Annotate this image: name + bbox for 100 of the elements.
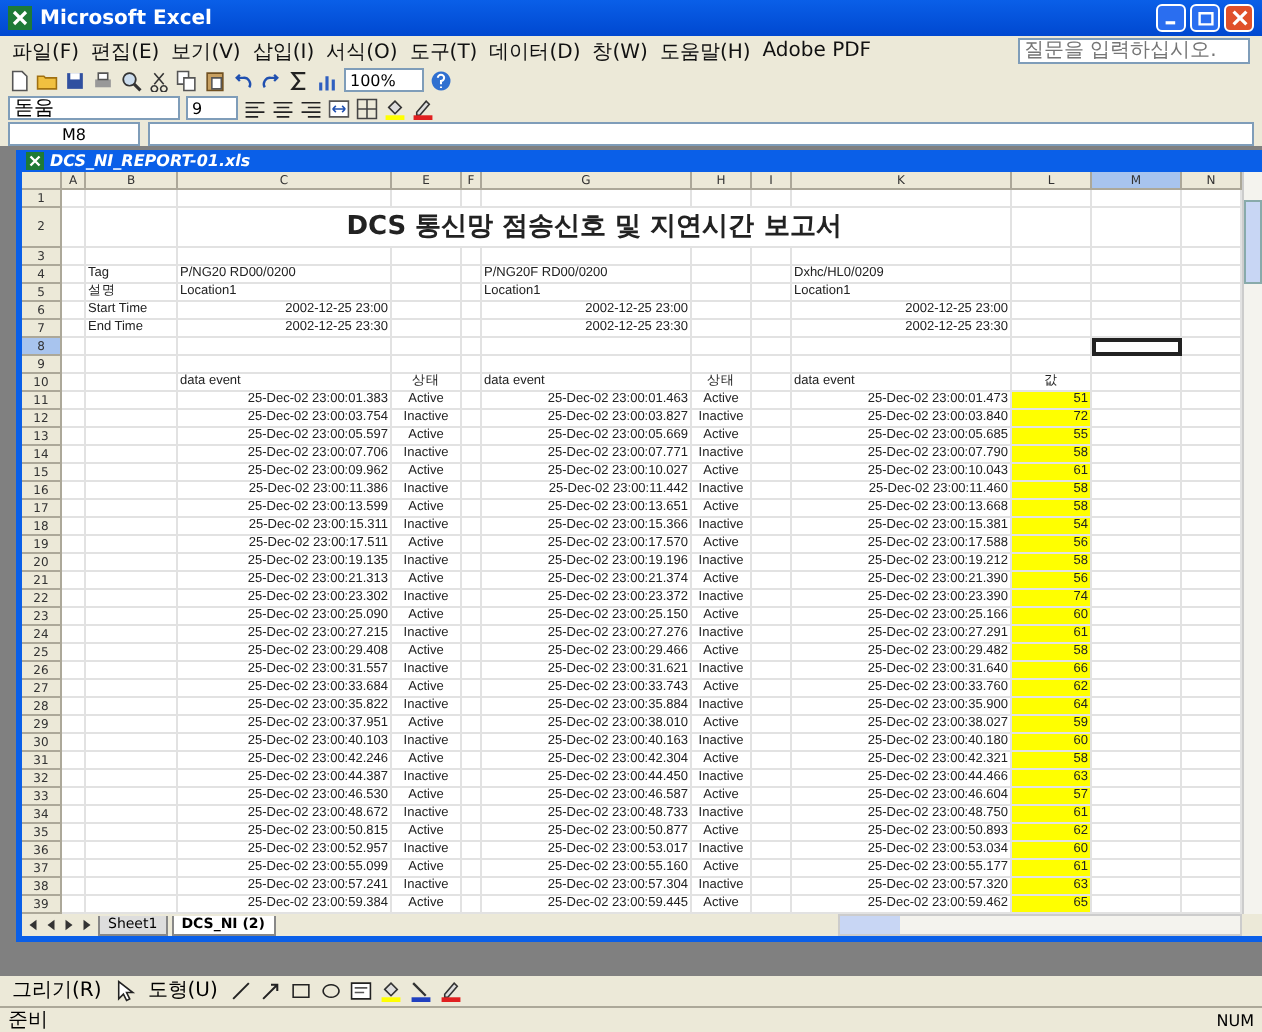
- align-right-icon[interactable]: [300, 97, 322, 119]
- pointer-icon[interactable]: [113, 980, 136, 1002]
- zoom-field[interactable]: 100%: [344, 68, 424, 92]
- bucket-icon[interactable]: [384, 97, 406, 119]
- empty-cell: [86, 878, 178, 896]
- menu-item[interactable]: 데이터(D): [489, 37, 581, 65]
- text-box-icon[interactable]: [349, 980, 372, 1002]
- empty-cell: [692, 320, 752, 338]
- align-center-icon[interactable]: [272, 97, 294, 119]
- empty-cell: [1012, 190, 1092, 208]
- empty-cell: [86, 464, 178, 482]
- window-title: Microsoft Excel: [40, 7, 212, 29]
- menu-item[interactable]: 서식(O): [326, 37, 398, 65]
- empty-cell: [1012, 284, 1092, 302]
- report-title: DCS 통신망 점송신호 및 지연시간 보고서: [178, 208, 1012, 248]
- menu-item[interactable]: 도구(T): [409, 37, 478, 65]
- empty-cell: [86, 590, 178, 608]
- empty-cell: [752, 392, 792, 410]
- empty-cell: [692, 266, 752, 284]
- formula-field[interactable]: [148, 122, 1254, 146]
- empty-cell: [752, 446, 792, 464]
- redo-icon[interactable]: [260, 69, 282, 91]
- empty-cell: [86, 338, 178, 356]
- empty-cell: [86, 842, 178, 860]
- empty-cell: [1012, 248, 1092, 266]
- empty-cell: [86, 356, 178, 374]
- empty-cell: [462, 302, 482, 320]
- empty-cell: [752, 680, 792, 698]
- empty-cell: [392, 284, 462, 302]
- line-color-icon[interactable]: [409, 980, 432, 1002]
- empty-cell: [86, 824, 178, 842]
- spreadsheet-icon: [8, 6, 32, 30]
- empty-cell: [1092, 266, 1182, 284]
- empty-cell: [1092, 208, 1182, 248]
- empty-cell: [86, 518, 178, 536]
- empty-cell: [462, 410, 482, 428]
- undo-icon[interactable]: [232, 69, 254, 91]
- pen-icon[interactable]: [412, 97, 434, 119]
- menu-item[interactable]: 파일(F): [12, 37, 80, 65]
- shapes-menu-button[interactable]: 도형(U): [143, 978, 222, 1004]
- copy-icon[interactable]: [176, 69, 198, 91]
- pen-icon[interactable]: [439, 980, 462, 1002]
- bucket-icon[interactable]: [379, 980, 402, 1002]
- line-icon[interactable]: [229, 980, 252, 1002]
- rectangle-icon[interactable]: [289, 980, 312, 1002]
- empty-cell: [752, 716, 792, 734]
- empty-cell: [1012, 320, 1092, 338]
- empty-cell: [1012, 266, 1092, 284]
- border-icon[interactable]: [356, 97, 378, 119]
- empty-cell: [462, 842, 482, 860]
- empty-cell: [462, 860, 482, 878]
- arrow-icon[interactable]: [259, 980, 282, 1002]
- menu-item[interactable]: 편집(E): [91, 37, 160, 65]
- draw-menu-button[interactable]: 그리기(R): [8, 978, 106, 1004]
- sum-icon[interactable]: [288, 69, 310, 91]
- menu-item[interactable]: 보기(V): [171, 37, 241, 65]
- empty-cell: [1012, 208, 1092, 248]
- empty-cell: [462, 446, 482, 464]
- empty-cell: [752, 698, 792, 716]
- empty-cell: [86, 752, 178, 770]
- empty-cell: [752, 752, 792, 770]
- empty-cell: [462, 770, 482, 788]
- close-button[interactable]: [1224, 4, 1254, 32]
- empty-cell: [752, 644, 792, 662]
- empty-cell: [462, 248, 482, 266]
- empty-cell: [462, 320, 482, 338]
- empty-cell: [462, 428, 482, 446]
- menu-item[interactable]: 삽입(I): [252, 37, 315, 65]
- help-search-field[interactable]: 질문을 입력하십시오.: [1018, 38, 1250, 64]
- magnifier-icon[interactable]: [120, 69, 142, 91]
- empty-cell: [462, 482, 482, 500]
- vertical-scrollbar[interactable]: [1242, 172, 1262, 914]
- merge-icon[interactable]: [328, 97, 350, 119]
- empty-cell: [62, 208, 86, 248]
- printer-icon[interactable]: [92, 69, 114, 91]
- clipboard-icon[interactable]: [204, 69, 226, 91]
- help-icon[interactable]: [430, 69, 452, 91]
- align-left-icon[interactable]: [244, 97, 266, 119]
- page-icon[interactable]: [8, 69, 30, 91]
- minimize-button[interactable]: [1156, 4, 1186, 32]
- restore-button[interactable]: [1190, 4, 1220, 32]
- font-field[interactable]: 돋움: [8, 96, 180, 120]
- oval-icon[interactable]: [319, 980, 342, 1002]
- empty-cell: [752, 284, 792, 302]
- name-box[interactable]: M8: [8, 122, 140, 146]
- empty-cell: [392, 338, 462, 356]
- menu-item[interactable]: 창(W): [592, 37, 648, 65]
- font-size-field[interactable]: 9: [186, 96, 238, 120]
- empty-cell: [86, 428, 178, 446]
- menu-item[interactable]: Adobe PDF: [762, 40, 872, 62]
- empty-cell: [86, 698, 178, 716]
- horizontal-scrollbar[interactable]: [838, 914, 1242, 936]
- empty-cell: [86, 392, 178, 410]
- empty-cell: [462, 716, 482, 734]
- empty-cell: [462, 536, 482, 554]
- scissors-icon[interactable]: [148, 69, 170, 91]
- menu-item[interactable]: 도움말(H): [659, 37, 751, 65]
- empty-cell: [86, 716, 178, 734]
- empty-cell: [752, 500, 792, 518]
- empty-cell: [752, 410, 792, 428]
